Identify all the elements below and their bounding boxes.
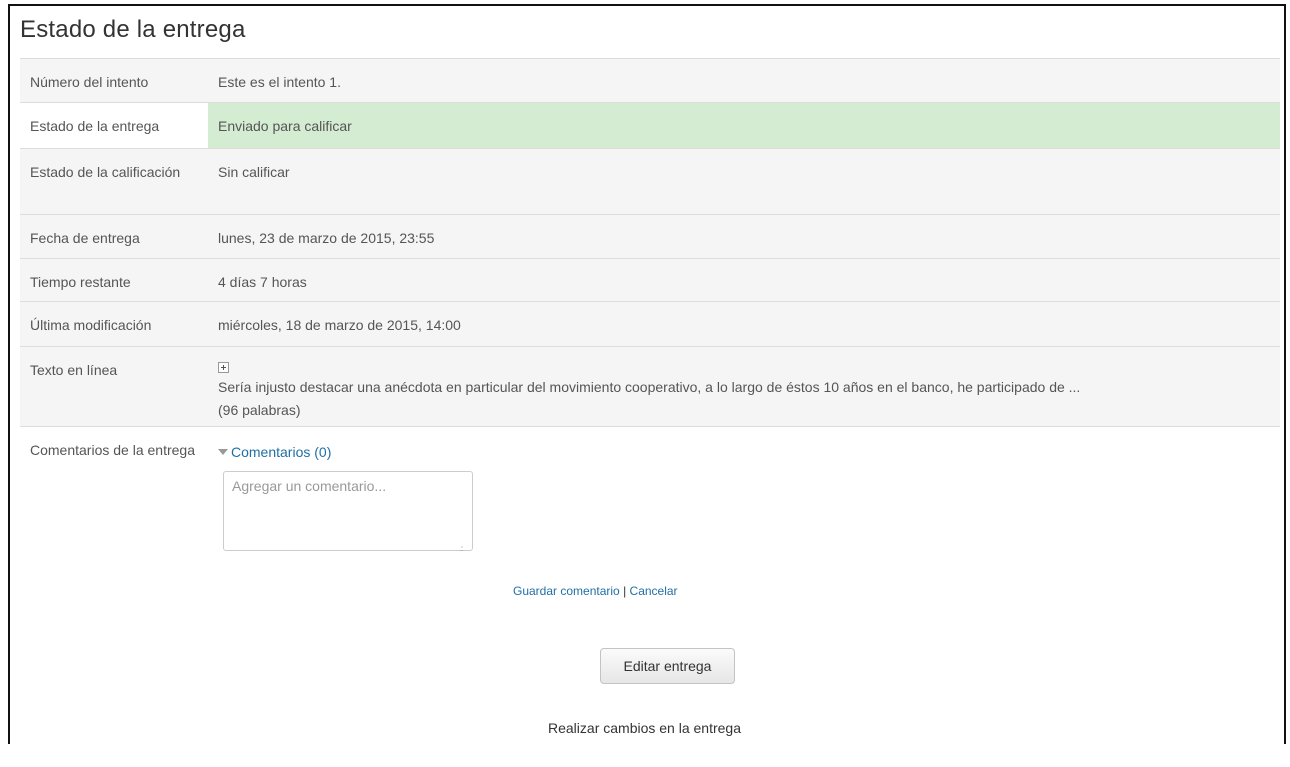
comment-actions: Guardar comentario | Cancelar — [513, 584, 678, 598]
time-remaining-label: Tiempo restante — [20, 258, 208, 302]
online-text-label: Texto en línea — [20, 346, 208, 427]
due-date-label: Fecha de entrega — [20, 214, 208, 259]
submission-status-label: Estado de la entrega — [20, 102, 208, 149]
table-row: Última modificación miércoles, 18 de mar… — [20, 301, 1280, 347]
cancel-comment-link[interactable]: Cancelar — [630, 584, 678, 598]
edit-submission-help: Realizar cambios en la entrega — [548, 720, 741, 736]
page-title: Estado de la entrega — [20, 16, 246, 43]
comments-toggle-label: Comentarios (0) — [231, 443, 332, 460]
table-row: Tiempo restante 4 días 7 horas — [20, 258, 1280, 302]
edit-submission-button[interactable]: Editar entrega — [600, 648, 735, 684]
save-comment-link[interactable]: Guardar comentario — [513, 584, 620, 598]
table-row: Estado de la calificación Sin calificar — [20, 148, 1280, 215]
submission-status-value: Enviado para calificar — [208, 102, 1280, 149]
triangle-down-icon — [218, 449, 228, 455]
online-text-cell: Sería injusto destacar una anécdota en p… — [208, 346, 1280, 427]
last-modified-value: miércoles, 18 de marzo de 2015, 14:00 — [208, 301, 1280, 347]
comment-input[interactable] — [223, 470, 473, 551]
table-row: Texto en línea Sería injusto destacar un… — [20, 346, 1280, 427]
separator: | — [623, 584, 627, 598]
grading-status-label: Estado de la calificación — [20, 148, 208, 215]
online-text-preview: Sería injusto destacar una anécdota en p… — [218, 379, 1081, 395]
submission-comments-cell: Comentarios (0) .:: — [208, 426, 1280, 767]
table-row: Fecha de entrega lunes, 23 de marzo de 2… — [20, 214, 1280, 259]
table-row: Número del intento Este es el intento 1. — [20, 58, 1280, 103]
expand-icon[interactable] — [218, 362, 229, 373]
attempt-number-label: Número del intento — [20, 58, 208, 103]
time-remaining-value: 4 días 7 horas — [208, 258, 1280, 302]
due-date-value: lunes, 23 de marzo de 2015, 23:55 — [208, 214, 1280, 259]
grading-status-value: Sin calificar — [208, 148, 1280, 215]
last-modified-label: Última modificación — [20, 301, 208, 347]
table-row: Estado de la entrega Enviado para califi… — [20, 102, 1280, 149]
attempt-number-value: Este es el intento 1. — [208, 58, 1280, 103]
submission-comments-label: Comentarios de la entrega — [20, 426, 208, 767]
submission-status-panel: Estado de la entrega Número del intento … — [8, 4, 1286, 767]
resize-grip-icon[interactable]: .:: — [459, 538, 464, 559]
word-count: (96 palabras) — [218, 402, 301, 418]
comments-toggle[interactable]: Comentarios (0) — [218, 442, 331, 463]
